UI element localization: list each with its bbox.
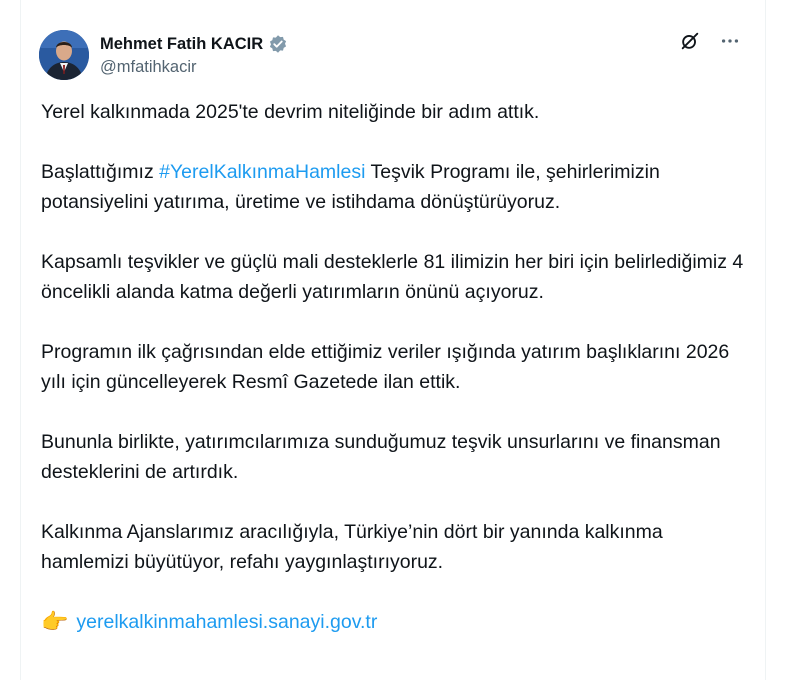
post-text: Yerel kalkınmada 2025'te devrim niteliği…	[41, 97, 751, 637]
slash-circle-icon[interactable]	[679, 30, 701, 52]
author-block: Mehmet Fatih KACIR @mfatihkacir	[100, 33, 288, 77]
author-handle[interactable]: @mfatihkacir	[100, 58, 288, 77]
author-name[interactable]: Mehmet Fatih KACIR	[100, 35, 263, 54]
external-link[interactable]: yerelkalkinmahamlesi.sanayi.gov.tr	[76, 607, 377, 637]
name-row: Mehmet Fatih KACIR	[100, 33, 288, 55]
paragraph-1: Yerel kalkınmada 2025'te devrim niteliği…	[41, 101, 540, 123]
avatar[interactable]	[39, 30, 89, 80]
post-actions	[679, 30, 741, 52]
post-card: Mehmet Fatih KACIR @mfatihkacir Yerel ka…	[20, 0, 766, 680]
link-row: 👉 yerelkalkinmahamlesi.sanayi.gov.tr	[41, 607, 751, 637]
pointing-hand-icon: 👉	[41, 609, 69, 634]
verified-badge-icon[interactable]	[268, 34, 288, 54]
paragraph-2-before: Başlattığımız	[41, 161, 160, 183]
paragraph-5: Bununla birlikte, yatırımcılarımıza sund…	[41, 431, 721, 483]
more-dots-icon[interactable]	[719, 30, 741, 52]
post-header: Mehmet Fatih KACIR @mfatihkacir	[39, 30, 749, 82]
paragraph-2: Başlattığımız #YerelKalkınmaHamlesi Teşv…	[41, 157, 751, 217]
hashtag-link[interactable]: #YerelKalkınmaHamlesi	[159, 161, 365, 183]
paragraph-6: Kalkınma Ajanslarımız aracılığıyla, Türk…	[41, 521, 663, 573]
paragraph-3: Kapsamlı teşvikler ve güçlü mali destekl…	[41, 251, 744, 303]
paragraph-4: Programın ilk çağrısından elde ettiğimiz…	[41, 341, 730, 393]
